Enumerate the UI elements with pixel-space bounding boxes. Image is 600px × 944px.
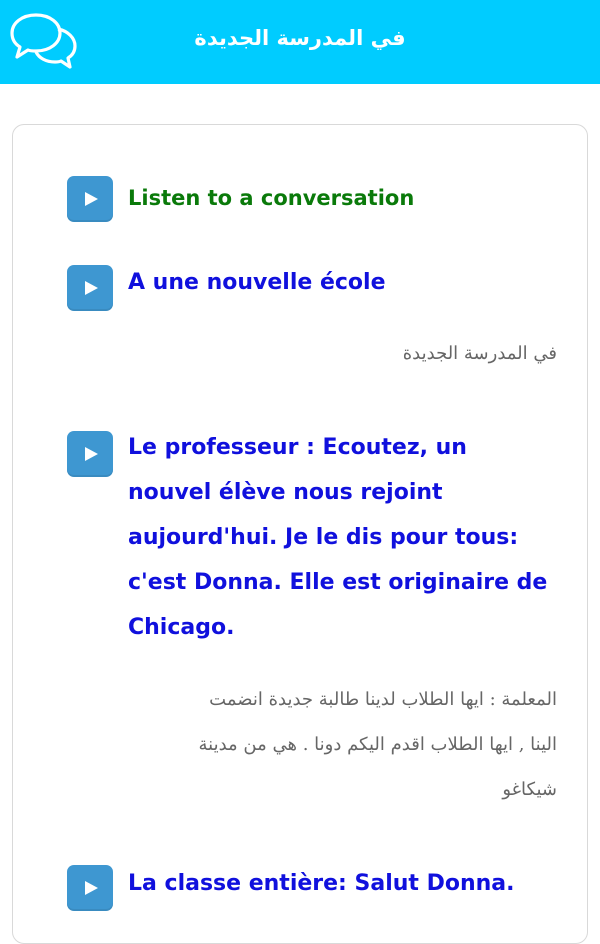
phrase-2-line: nouvel élève nous rejoint [128,480,443,505]
play-button-phrase-1[interactable] [67,265,113,311]
phrase-3: La classe entière: Salut Donna. [128,871,515,896]
play-button-intro[interactable] [67,176,113,222]
intro-text: Listen to a conversation [128,186,415,210]
chat-bubbles-icon[interactable] [8,9,78,75]
play-icon [85,192,98,206]
phrase-2-line: Chicago. [128,615,235,640]
phrase-1: A une nouvelle école [128,270,386,295]
translation-2-line: الينا , ايها الطلاب اقدم اليكم دونا . هي… [198,734,557,755]
lesson-card: Listen to a conversation A une nouvelle … [12,124,588,944]
phrase-2-line: c'est Donna. Elle est originaire de [128,570,548,595]
play-button-phrase-3[interactable] [67,865,113,911]
play-button-phrase-2[interactable] [67,431,113,477]
play-icon [85,281,98,295]
translation-2-line: المعلمة : ايها الطلاب لدينا طالبة جديدة … [209,689,557,710]
header-bar: في المدرسة الجديدة [0,0,600,84]
translation-2-line: شيكاغو [502,779,557,800]
play-icon [85,447,98,461]
phrase-2-line: aujourd'hui. Je le dis pour tous: [128,525,519,550]
phrase-2: Le professeur : Ecoutez, un nouvel élève… [128,425,568,650]
translation-1: في المدرسة الجديدة [402,343,557,364]
page-title: في المدرسة الجديدة [194,26,406,50]
play-icon [85,881,98,895]
translation-2: المعلمة : ايها الطلاب لدينا طالبة جديدة … [117,677,557,812]
phrase-2-line: Le professeur : Ecoutez, un [128,435,467,460]
